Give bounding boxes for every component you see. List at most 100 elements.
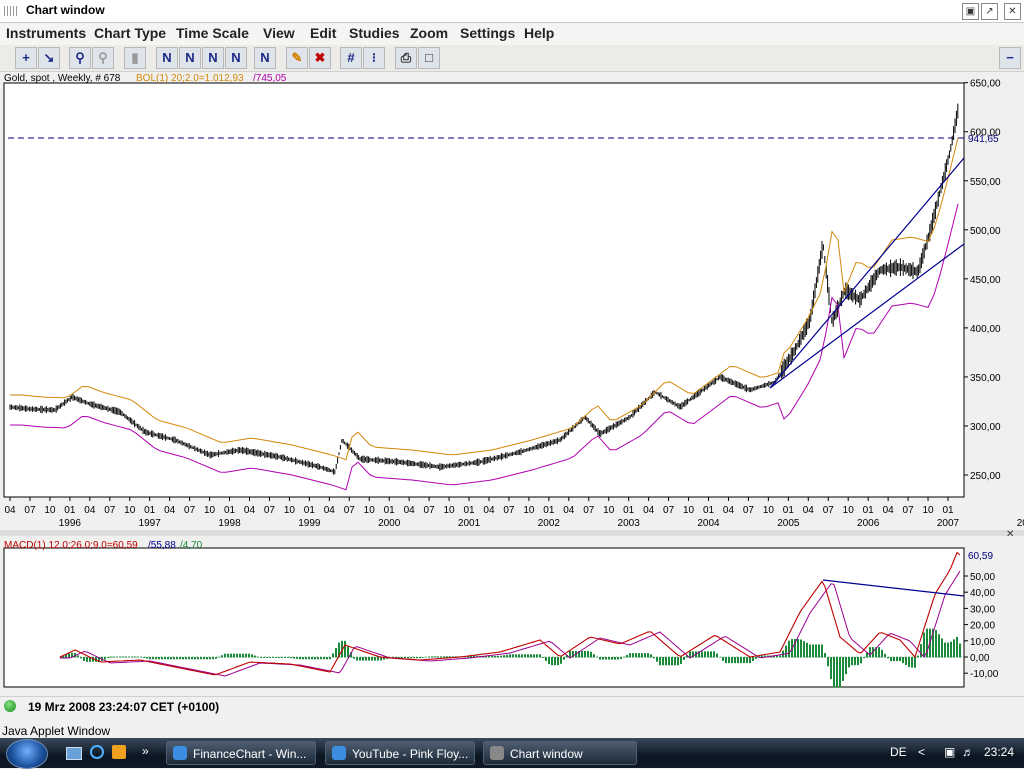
crosshair-icon[interactable]: +	[15, 47, 37, 69]
macd-hist-bar	[728, 657, 730, 664]
macd-hist-bar	[434, 656, 436, 658]
delete-icon[interactable]: ✖	[309, 47, 331, 69]
macd-header-signal: /55,88	[148, 540, 176, 551]
macd-hist-bar	[362, 657, 364, 661]
ohlc-icon-2[interactable]: N	[179, 47, 201, 69]
month-tick-label: 10	[523, 505, 535, 516]
menu-help[interactable]: Help	[524, 25, 554, 41]
close-icon[interactable]: ✕	[1004, 3, 1021, 20]
show-desktop-icon[interactable]	[66, 747, 82, 760]
macd-hist-bar	[509, 654, 511, 658]
eraser-icon[interactable]: ✎	[286, 47, 308, 69]
macd-hist-bar	[527, 654, 529, 658]
price-tick-label: 300,00	[970, 422, 1001, 433]
restore-icon[interactable]: ▣	[962, 3, 979, 20]
menu-time-scale[interactable]: Time Scale	[176, 25, 249, 41]
month-tick-label: 01	[384, 505, 396, 516]
task-youtube[interactable]: YouTube - Pink Floy...	[325, 741, 475, 765]
macd-hist-bar	[524, 654, 526, 658]
bar-chart-icon[interactable]: ▮	[124, 47, 146, 69]
volume-icon[interactable]: ♬	[962, 745, 974, 759]
macd-hist-bar	[542, 657, 544, 658]
close-panel-icon[interactable]: ✕	[1006, 529, 1014, 540]
grid-settings-icon[interactable]: ⁝	[363, 47, 385, 69]
menu-view[interactable]: View	[263, 25, 295, 41]
macd-hist-bar	[329, 657, 331, 660]
draw-line-icon[interactable]: N	[254, 47, 276, 69]
undock-icon[interactable]: ↗	[981, 3, 998, 20]
chart-header-bol-low: /745,05	[253, 73, 287, 84]
macd-hist-bar	[371, 657, 373, 661]
macd-hist-bar	[248, 653, 250, 658]
macd-tick-label: 20,00	[970, 621, 995, 632]
macd-hist-bar	[116, 656, 118, 658]
macd-hist-bar	[611, 657, 613, 660]
grid-icon[interactable]: #	[340, 47, 362, 69]
task-chart-window[interactable]: Chart window	[483, 741, 637, 765]
month-tick-label: 01	[64, 505, 76, 516]
media-player-icon[interactable]	[112, 745, 126, 759]
macd-hist-bar	[413, 657, 415, 659]
menu-zoom[interactable]: Zoom	[410, 25, 448, 41]
macd-hist-bar	[956, 636, 958, 658]
macd-hist-bar	[752, 657, 754, 662]
print-preview-icon[interactable]: □	[418, 47, 440, 69]
month-tick-label: 04	[324, 505, 336, 516]
macd-hist-bar	[653, 657, 655, 659]
network-icon[interactable]: ▣	[944, 745, 955, 759]
ohlc-icon-1[interactable]: N	[156, 47, 178, 69]
panel-separator[interactable]	[0, 530, 1024, 536]
macd-hist-bar	[683, 657, 685, 660]
macd-hist-bar	[668, 657, 670, 666]
cursor-select-icon[interactable]: ↘	[38, 47, 60, 69]
macd-hist-bar	[368, 657, 370, 661]
macd-hist-bar	[239, 653, 241, 658]
macd-hist-bar	[818, 644, 820, 658]
ohlc-icon-4[interactable]: N	[225, 47, 247, 69]
ohlc-icon-3[interactable]: N	[202, 47, 224, 69]
language-indicator[interactable]: DE	[890, 745, 907, 759]
chart-area[interactable]: Gold, spot , Weekly, # 678 BOL(1) 20;2.0…	[0, 72, 1024, 694]
macd-hist-bar	[284, 657, 286, 658]
menu-instruments[interactable]: Instruments	[6, 25, 86, 41]
macd-hist-bar	[590, 651, 592, 658]
macd-hist-bar	[839, 657, 841, 688]
macd-hist-bar	[914, 657, 916, 668]
zoom-out-icon[interactable]: ⚲	[92, 47, 114, 69]
month-tick-label: 07	[104, 505, 116, 516]
zoom-in-icon[interactable]: ⚲	[69, 47, 91, 69]
year-label: 2000	[378, 518, 401, 529]
month-tick-label: 01	[463, 505, 475, 516]
macd-hist-bar	[107, 657, 109, 659]
macd-hist-bar	[215, 657, 217, 659]
macd-hist-bar	[647, 653, 649, 658]
macd-hist-bar	[677, 657, 679, 666]
ie-quicklaunch-icon[interactable]	[90, 745, 104, 759]
menu-studies[interactable]: Studies	[349, 25, 400, 41]
menu-chart-type[interactable]: Chart Type	[94, 25, 166, 41]
tray-chevron-icon[interactable]: <	[918, 745, 925, 759]
macd-hist-bar	[266, 657, 268, 658]
macd-hist-bar	[539, 654, 541, 658]
macd-hist-bar	[800, 639, 802, 658]
macd-hist-bar	[806, 642, 808, 658]
taskbar-clock: 23:24	[984, 745, 1015, 759]
macd-hist-bar	[500, 655, 502, 658]
start-button[interactable]	[6, 739, 48, 769]
menu-edit[interactable]: Edit	[310, 25, 336, 41]
macd-hist-bar	[227, 653, 229, 658]
macd-hist-bar	[689, 651, 691, 658]
macd-hist-bar	[245, 653, 247, 658]
pin-icon[interactable]: −	[999, 47, 1021, 69]
macd-hist-bar	[152, 657, 154, 660]
macd-header-hist: /4,70	[180, 540, 203, 551]
month-tick-label: 07	[184, 505, 196, 516]
macd-hist-bar	[431, 656, 433, 658]
macd-header: MACD(1) 12.0;26.0;9.0=60,59	[4, 540, 138, 551]
ie-icon	[332, 746, 346, 760]
menu-settings[interactable]: Settings	[460, 25, 515, 41]
task-financechart[interactable]: FinanceChart - Win...	[166, 741, 316, 765]
macd-hist-bar	[68, 653, 70, 658]
more-icon[interactable]: »	[142, 744, 149, 758]
print-icon[interactable]: ⎙	[395, 47, 417, 69]
